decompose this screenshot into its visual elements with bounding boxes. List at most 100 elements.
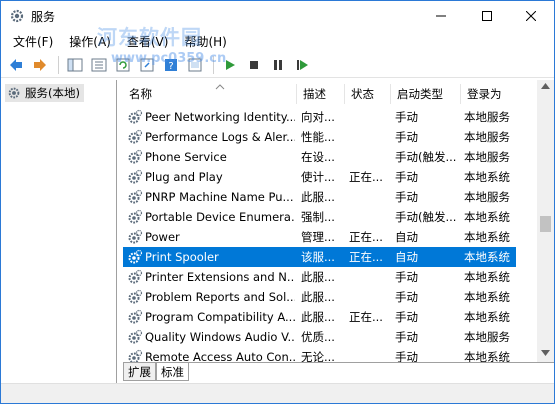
service-row[interactable]: PNRP Machine Name Pu... 此服... 手动 本地服务 xyxy=(123,187,516,207)
service-row[interactable]: Printer Extensions and N... 此服... 手动 本地系统 xyxy=(123,267,516,287)
arrow-right-icon xyxy=(34,58,46,71)
service-name: Performance Logs & Aler... xyxy=(145,130,295,144)
service-logon-as: 本地服务 xyxy=(464,110,510,124)
service-row[interactable]: Program Compatibility A... 此服... 正在... 手动 本地… xyxy=(123,307,516,327)
service-gear-icon xyxy=(128,269,143,284)
service-row[interactable]: Power 管理... 正在... 自动 本地系统 xyxy=(123,227,516,247)
service-startup-type: 自动 xyxy=(395,230,418,244)
svg-text:?: ? xyxy=(168,61,173,72)
service-startup-type: 手动 xyxy=(395,350,418,362)
service-name: Problem Reports and Sol... xyxy=(145,290,295,304)
menu-action[interactable]: 操作(A) xyxy=(61,32,119,52)
service-status xyxy=(349,327,389,347)
menu-help[interactable]: 帮助(H) xyxy=(176,32,234,52)
stop-service-button[interactable] xyxy=(243,54,265,76)
service-status xyxy=(349,207,389,227)
properties-button[interactable] xyxy=(184,54,206,76)
scroll-up-icon[interactable] xyxy=(541,83,550,89)
pause-service-button[interactable] xyxy=(267,54,289,76)
service-name: Plug and Play xyxy=(145,170,223,184)
service-logon-as: 本地服务 xyxy=(464,150,510,164)
list-icon xyxy=(91,58,107,71)
service-name: Remote Access Auto Con... xyxy=(145,350,295,362)
service-startup-type: 手动(触发... xyxy=(395,210,457,224)
service-startup-type: 自动 xyxy=(395,250,418,264)
close-button[interactable] xyxy=(508,1,554,31)
service-row[interactable]: Plug and Play 使计... 正在... 手动 本地系统 xyxy=(123,167,516,187)
service-name: PNRP Machine Name Pu... xyxy=(145,190,294,204)
menu-view[interactable]: 查看(V) xyxy=(119,32,177,52)
column-header-name[interactable]: 名称 xyxy=(123,84,297,104)
service-startup-type: 手动 xyxy=(395,130,418,144)
scroll-down-icon[interactable] xyxy=(541,350,550,356)
service-name: Peer Networking Identity... xyxy=(145,110,295,124)
service-name: Print Spooler xyxy=(145,250,219,264)
service-name: Portable Device Enumera... xyxy=(145,210,295,224)
service-row[interactable]: Performance Logs & Aler... 性能... 手动 本地服务 xyxy=(123,127,516,147)
tree-item-label: 服务(本地) xyxy=(25,86,80,100)
tree-item-services-local[interactable]: 服务(本地) xyxy=(5,84,84,102)
column-header-desc[interactable]: 描述 xyxy=(297,84,345,104)
play-icon xyxy=(226,59,235,70)
service-logon-as: 本地服务 xyxy=(464,190,510,204)
service-gear-icon xyxy=(128,169,143,184)
service-row[interactable]: Remote Access Auto Con... 无论... 手动 本地系统 xyxy=(123,347,516,362)
service-description: 优质... xyxy=(301,330,335,344)
tab-extended[interactable]: 扩展 xyxy=(123,363,156,381)
list-view-button[interactable] xyxy=(88,54,110,76)
service-gear-icon xyxy=(128,329,143,344)
service-row[interactable]: Print Spooler 该服... 正在... 自动 本地系统 xyxy=(123,247,516,267)
restart-service-button[interactable] xyxy=(291,54,313,76)
service-name: Power xyxy=(145,230,180,244)
show-tree-button[interactable] xyxy=(64,54,86,76)
window-title: 服务 xyxy=(31,10,56,24)
service-description: 此服... xyxy=(301,270,335,284)
service-status: 正在... xyxy=(349,310,383,324)
service-row[interactable]: Phone Service 在设... 手动(触发... 本地服务 xyxy=(123,147,516,167)
maximize-button[interactable] xyxy=(464,1,510,31)
gear-icon xyxy=(10,9,24,23)
service-status xyxy=(349,347,389,362)
forward-button[interactable] xyxy=(29,54,51,76)
service-startup-type: 手动 xyxy=(395,170,418,184)
service-description: 无论... xyxy=(301,350,335,362)
column-header-startup[interactable]: 启动类型 xyxy=(391,84,461,104)
services-window: 服务 文件(F) 操作(A) 查看(V) 帮助(H) ? 河东软件园 www.p… xyxy=(0,0,555,404)
service-logon-as: 本地服务 xyxy=(464,330,510,344)
service-description: 此服... xyxy=(301,310,335,324)
service-row[interactable]: Problem Reports and Sol... 此服... 手动 本地系统 xyxy=(123,287,516,307)
service-description: 此服... xyxy=(301,190,335,204)
service-logon-as: 本地系统 xyxy=(464,230,510,244)
start-service-button[interactable] xyxy=(219,54,241,76)
service-startup-type: 手动 xyxy=(395,110,418,124)
service-status: 正在... xyxy=(349,250,383,264)
service-description: 管理... xyxy=(301,230,335,244)
column-header-logon[interactable]: 登录为 xyxy=(461,84,519,104)
service-row[interactable]: Portable Device Enumera... 强制... 手动(触发... 本… xyxy=(123,207,516,227)
scrollbar-thumb[interactable] xyxy=(540,216,551,232)
export-button[interactable] xyxy=(136,54,158,76)
service-startup-type: 手动 xyxy=(395,290,418,304)
service-startup-type: 手动 xyxy=(395,330,418,344)
title-bar[interactable]: 服务 xyxy=(1,1,554,31)
menu-file[interactable]: 文件(F) xyxy=(5,32,61,52)
service-row[interactable]: Peer Networking Identity... 向对... 手动 本地服务 xyxy=(123,107,516,127)
console-tree-pane: 服务(本地) xyxy=(1,80,117,403)
service-status xyxy=(349,287,389,307)
service-status xyxy=(349,187,389,207)
service-row[interactable]: Quality Windows Audio V... 优质... 手动 本地服务 xyxy=(123,327,516,347)
vertical-scrollbar[interactable] xyxy=(537,80,554,362)
tab-standard[interactable]: 标准 xyxy=(156,363,189,381)
column-header-status[interactable]: 状态 xyxy=(345,84,391,104)
service-status xyxy=(349,127,389,147)
back-button[interactable] xyxy=(5,54,27,76)
help-button[interactable]: ? xyxy=(160,54,182,76)
export-list-icon xyxy=(140,58,154,71)
service-logon-as: 本地系统 xyxy=(464,170,510,184)
service-gear-icon xyxy=(128,149,143,164)
minimize-button[interactable] xyxy=(418,1,464,31)
service-status: 正在... xyxy=(349,230,383,244)
status-bar xyxy=(1,383,554,403)
refresh-button[interactable] xyxy=(112,54,134,76)
arrow-left-icon xyxy=(10,58,22,71)
